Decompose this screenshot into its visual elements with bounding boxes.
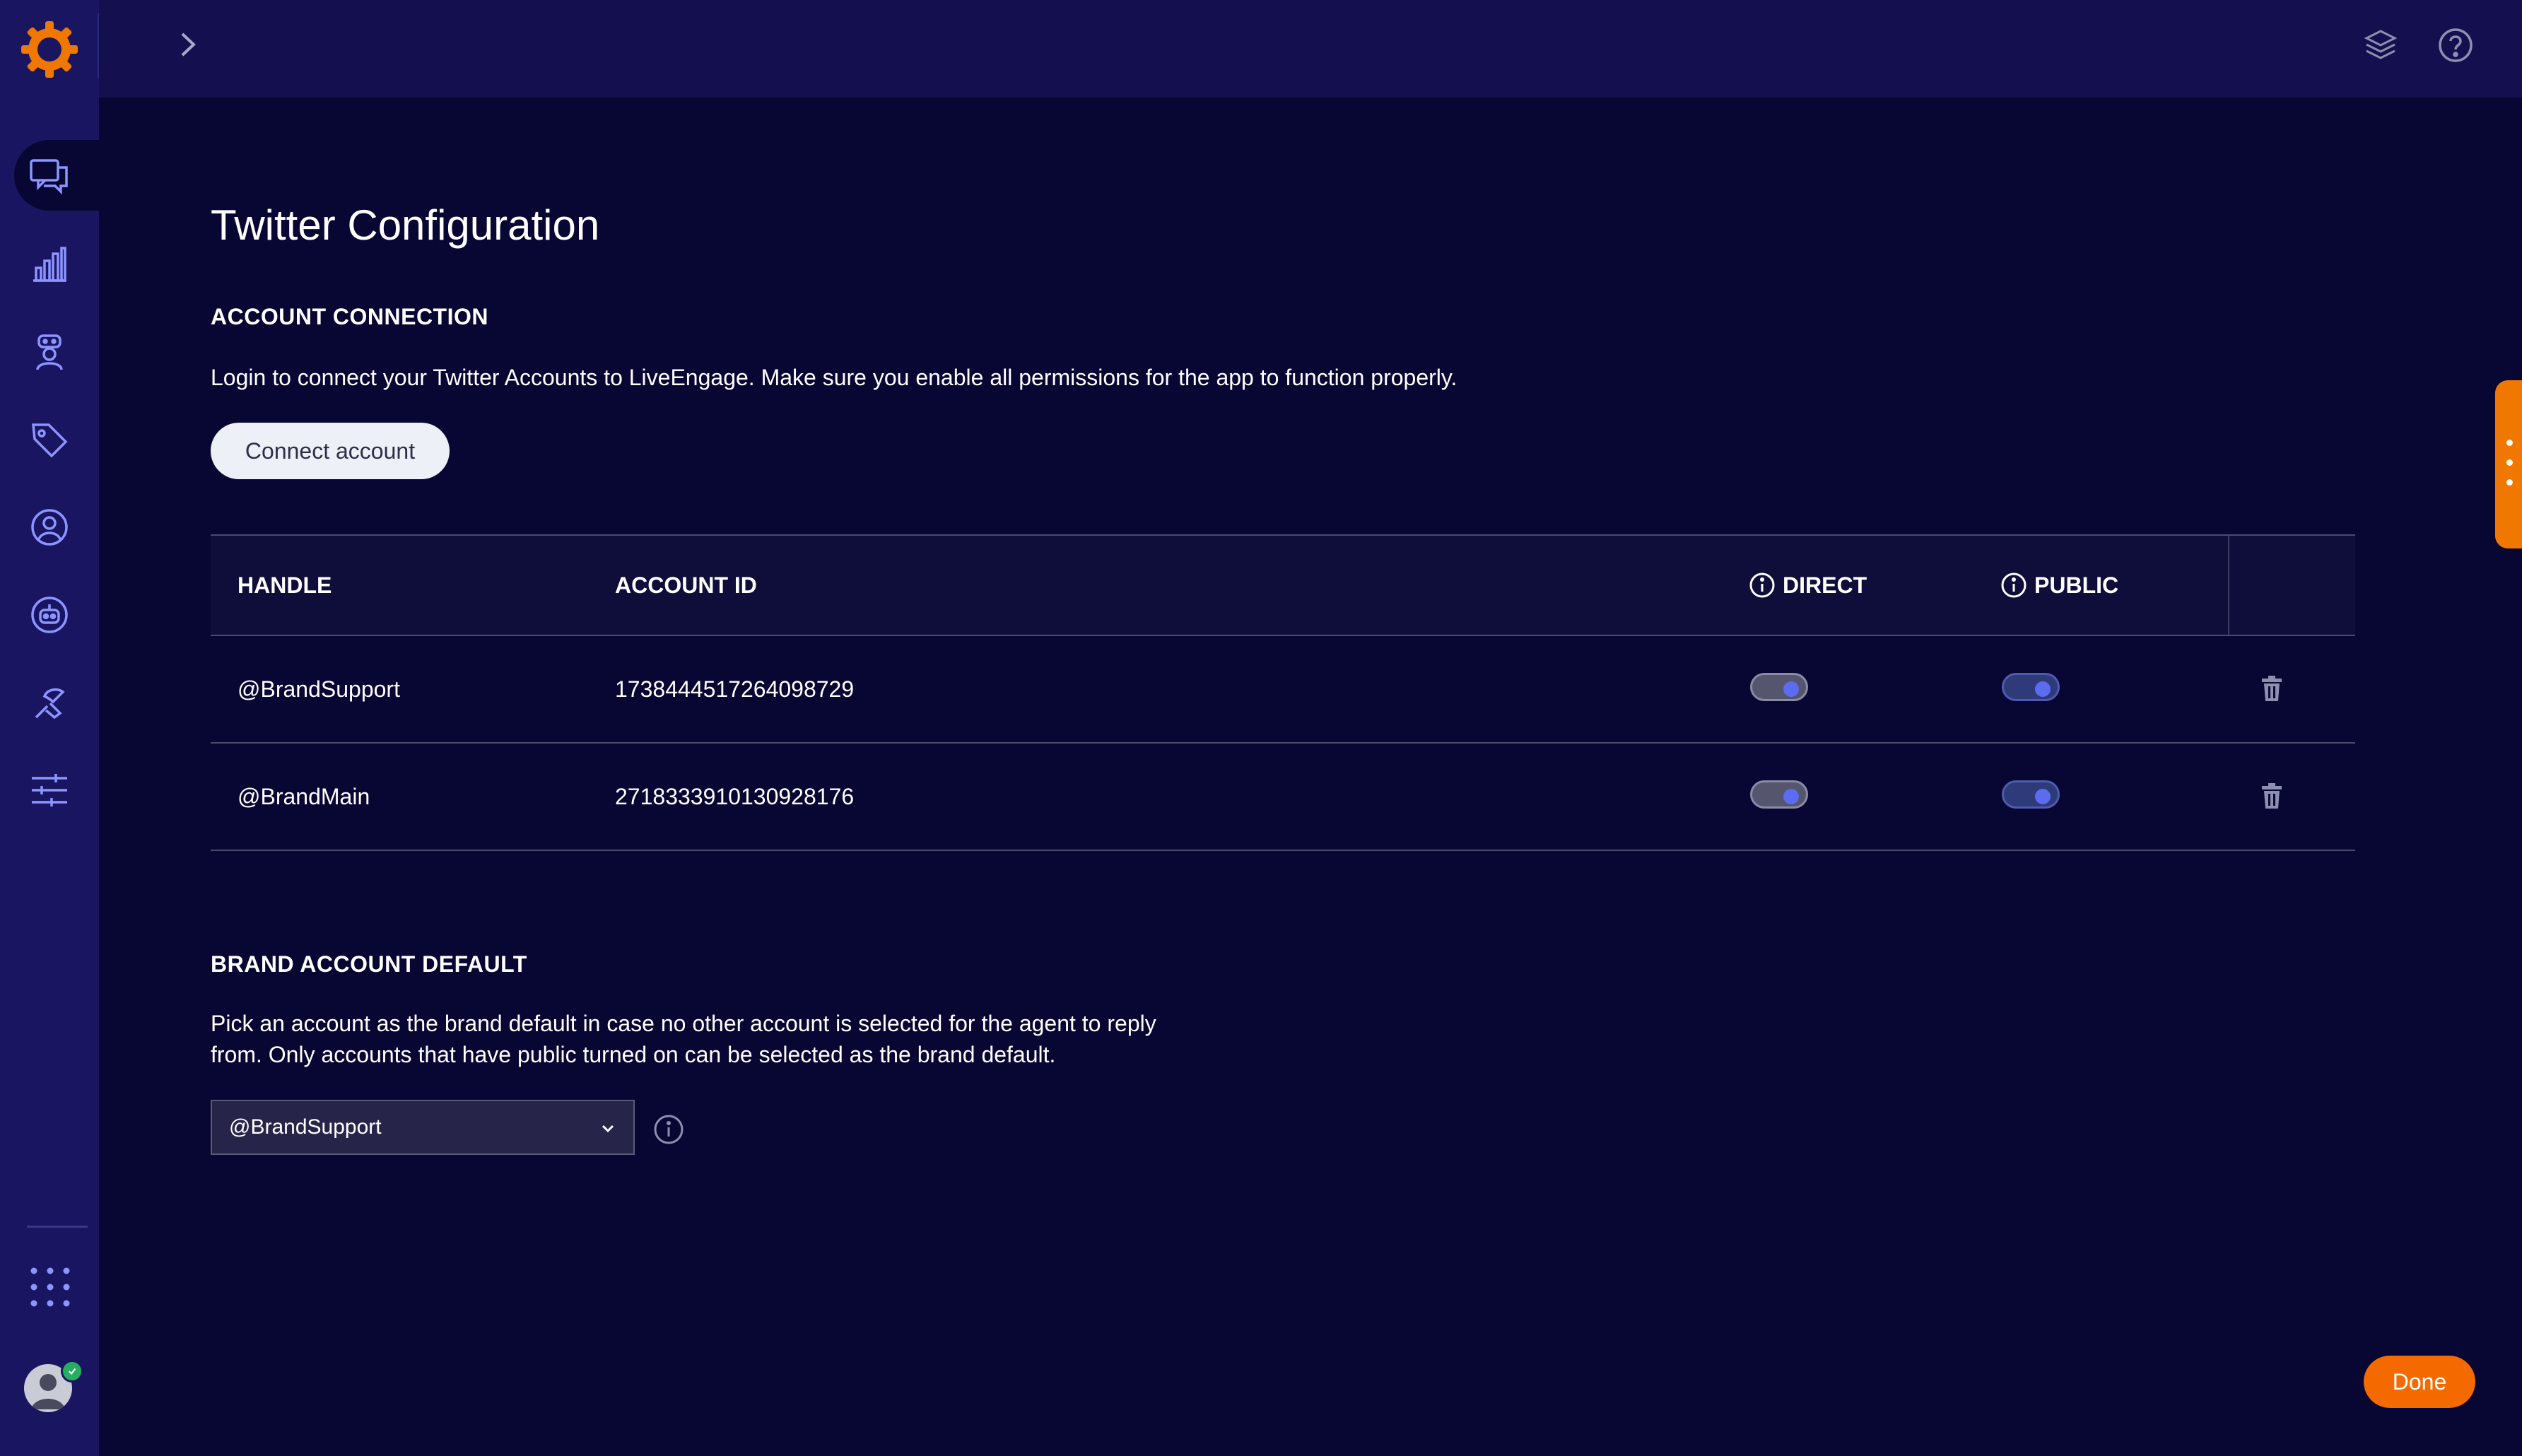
brand-default-description-line1: Pick an account as the brand default in … bbox=[211, 1011, 1156, 1036]
connect-account-button[interactable]: Connect account bbox=[211, 423, 450, 479]
column-header-handle: HANDLE bbox=[237, 572, 332, 598]
brand-default-heading: BRAND ACCOUNT DEFAULT bbox=[211, 951, 527, 977]
brand-default-select[interactable]: @BrandSupport bbox=[211, 1100, 635, 1155]
handle-cell: @BrandMain bbox=[237, 783, 370, 809]
accounts-table: HANDLE ACCOUNT ID DIRECT PUBLIC @BrandSu… bbox=[211, 534, 2355, 851]
selected-value: @BrandSupport bbox=[229, 1115, 382, 1139]
public-label: PUBLIC bbox=[2034, 572, 2119, 598]
column-header-direct: DIRECT bbox=[1749, 536, 1867, 635]
sidebar bbox=[0, 0, 113, 1456]
delete-icon[interactable] bbox=[2256, 780, 2287, 811]
public-toggle[interactable] bbox=[2002, 780, 2060, 809]
column-separator bbox=[2228, 536, 2229, 635]
page-title: Twitter Configuration bbox=[211, 201, 600, 249]
tag-icon bbox=[32, 423, 68, 458]
public-toggle[interactable] bbox=[2002, 673, 2060, 701]
account-connection-heading: ACCOUNT CONNECTION bbox=[211, 304, 488, 329]
automation-icon bbox=[35, 688, 65, 720]
sidebar-item-users[interactable] bbox=[0, 492, 99, 563]
sidebar-item-settings[interactable] bbox=[0, 755, 99, 826]
table-header: HANDLE ACCOUNT ID DIRECT PUBLIC bbox=[211, 534, 2355, 636]
chevron-right-icon[interactable] bbox=[172, 27, 204, 62]
top-header bbox=[99, 0, 2522, 98]
done-button[interactable]: Done bbox=[2364, 1356, 2475, 1408]
info-icon[interactable] bbox=[1749, 572, 1776, 599]
side-panel-handle[interactable] bbox=[2495, 380, 2522, 548]
analytics-icon bbox=[33, 247, 66, 282]
handle-cell: @BrandSupport bbox=[237, 676, 400, 702]
bot-icon bbox=[31, 597, 68, 633]
info-icon[interactable] bbox=[2000, 572, 2027, 599]
delete-icon[interactable] bbox=[2256, 673, 2287, 704]
check-icon bbox=[68, 1368, 76, 1375]
direct-toggle[interactable] bbox=[1750, 673, 1808, 701]
sidebar-item-tags[interactable] bbox=[0, 404, 99, 475]
help-icon[interactable] bbox=[2436, 25, 2475, 65]
online-status-badge bbox=[61, 1360, 83, 1382]
sidebar-item-automation[interactable] bbox=[0, 667, 99, 738]
table-row: @BrandMain 2718333910130928176 bbox=[211, 744, 2355, 851]
table-row: @BrandSupport 1738444517264098729 bbox=[211, 636, 2355, 744]
layers-icon[interactable] bbox=[2361, 25, 2400, 65]
account-connection-description: Login to connect your Twitter Accounts t… bbox=[211, 365, 1458, 390]
column-header-account-id: ACCOUNT ID bbox=[615, 572, 757, 598]
sidebar-item-bots[interactable] bbox=[0, 580, 99, 650]
column-header-public: PUBLIC bbox=[2000, 536, 2118, 635]
sidebar-divider bbox=[27, 1226, 88, 1228]
direct-label: DIRECT bbox=[1783, 572, 1867, 598]
direct-toggle[interactable] bbox=[1750, 780, 1808, 809]
sidebar-item-analytics[interactable] bbox=[0, 229, 99, 300]
account-id-cell: 1738444517264098729 bbox=[615, 676, 855, 702]
sidebar-item-conversations[interactable] bbox=[14, 140, 113, 211]
conversations-icon bbox=[30, 159, 68, 195]
info-icon[interactable] bbox=[653, 1114, 684, 1145]
sidebar-item-agents[interactable] bbox=[0, 317, 99, 387]
agent-icon bbox=[36, 334, 63, 370]
user-icon bbox=[31, 509, 68, 546]
apps-grid-icon[interactable] bbox=[28, 1265, 72, 1309]
chevron-down-icon bbox=[602, 1125, 614, 1133]
settings-sliders-icon bbox=[32, 774, 67, 806]
account-id-cell: 2718333910130928176 bbox=[615, 783, 855, 809]
liveperson-logo-icon[interactable] bbox=[20, 20, 79, 79]
brand-default-description-line2: from. Only accounts that have public tur… bbox=[211, 1042, 1056, 1067]
